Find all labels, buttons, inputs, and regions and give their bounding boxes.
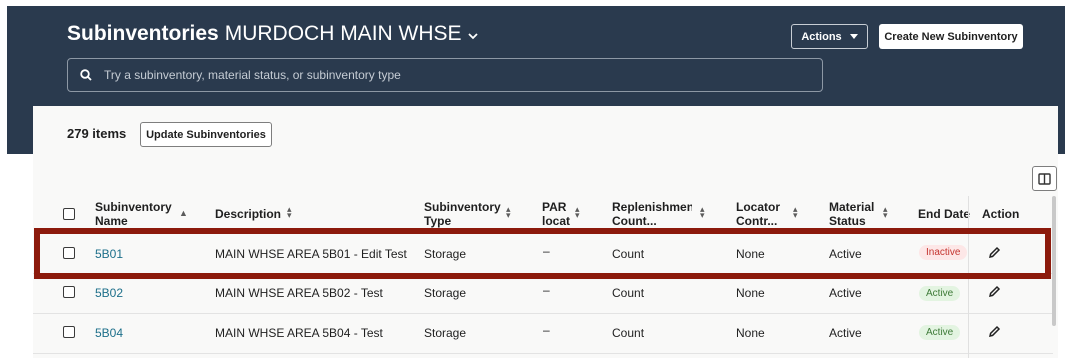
locator-control-cell: None <box>736 326 765 340</box>
update-subinventories-button[interactable]: Update Subinventories <box>140 122 272 147</box>
page-title[interactable]: Subinventories MURDOCH MAIN WHSE <box>67 22 478 46</box>
row-checkbox[interactable] <box>63 326 75 338</box>
replenishment-cell: Count <box>612 286 645 300</box>
par-location-cell: – <box>543 283 550 297</box>
sort-icon[interactable]: ▴ ▾ <box>793 205 798 220</box>
vertical-scrollbar[interactable] <box>1052 196 1056 326</box>
type-cell: Storage <box>424 286 467 300</box>
select-all-checkbox[interactable] <box>63 208 75 220</box>
column-header-replenishment-count[interactable]: Replenishmen Count... <box>612 200 692 228</box>
caret-down-icon <box>849 34 858 39</box>
subinventory-link[interactable]: 5B02 <box>95 286 123 300</box>
subinventory-link[interactable]: 5B04 <box>95 326 123 340</box>
columns-icon <box>1038 172 1051 185</box>
status-badge: Active <box>919 325 961 340</box>
row-checkbox[interactable] <box>63 286 75 298</box>
organization-name: MURDOCH MAIN WHSE <box>224 22 462 45</box>
create-subinventory-button[interactable]: Create New Subinventory <box>879 24 1023 49</box>
item-count: 279 items <box>67 126 127 141</box>
column-header-action: Action <box>982 207 1020 221</box>
description-cell: MAIN WHSE AREA 5B04 - Test <box>215 326 383 340</box>
actions-label: Actions <box>801 30 842 43</box>
column-header-type[interactable]: Subinventory Type <box>424 200 504 228</box>
sort-icon[interactable]: ▴ ▾ <box>700 205 705 220</box>
column-header-locator-control[interactable]: Locator Contr... <box>736 200 788 228</box>
actions-button[interactable]: Actions <box>791 24 868 49</box>
column-header-material-status[interactable]: Material Status <box>829 200 879 228</box>
edit-pencil-icon[interactable] <box>988 325 1001 338</box>
replenishment-cell: Count <box>612 326 645 340</box>
chevron-down-icon[interactable] <box>467 27 478 43</box>
search-icon <box>80 69 92 81</box>
column-layout-button[interactable] <box>1032 166 1057 191</box>
search-input[interactable]: Try a subinventory, material status, or … <box>67 58 823 92</box>
sort-icon[interactable]: ▴ ▾ <box>883 205 888 220</box>
type-cell: Storage <box>424 326 467 340</box>
sort-ascending-icon[interactable]: ▲ <box>179 208 188 218</box>
sort-icon[interactable]: ▴ ▾ <box>506 205 511 220</box>
edit-pencil-icon[interactable] <box>988 285 1001 298</box>
sort-icon[interactable]: ▴ ▾ <box>575 205 580 220</box>
column-header-name[interactable]: Subinventory Name <box>95 200 173 228</box>
page-title-label: Subinventories <box>67 22 219 45</box>
search-placeholder: Try a subinventory, material status, or … <box>104 68 401 82</box>
column-header-description[interactable]: Description <box>215 207 281 221</box>
locator-control-cell: None <box>736 286 765 300</box>
column-header-end-date[interactable]: End Date <box>918 207 970 221</box>
par-location-cell: – <box>543 323 550 337</box>
material-status-cell: Active <box>829 286 862 300</box>
description-cell: MAIN WHSE AREA 5B02 - Test <box>215 286 383 300</box>
column-header-par-location[interactable]: PAR locat <box>542 200 571 228</box>
sort-icon[interactable]: ▴ ▾ <box>287 205 292 220</box>
material-status-cell: Active <box>829 326 862 340</box>
row-highlight-annotation <box>34 228 1051 279</box>
status-badge: Active <box>919 286 961 301</box>
